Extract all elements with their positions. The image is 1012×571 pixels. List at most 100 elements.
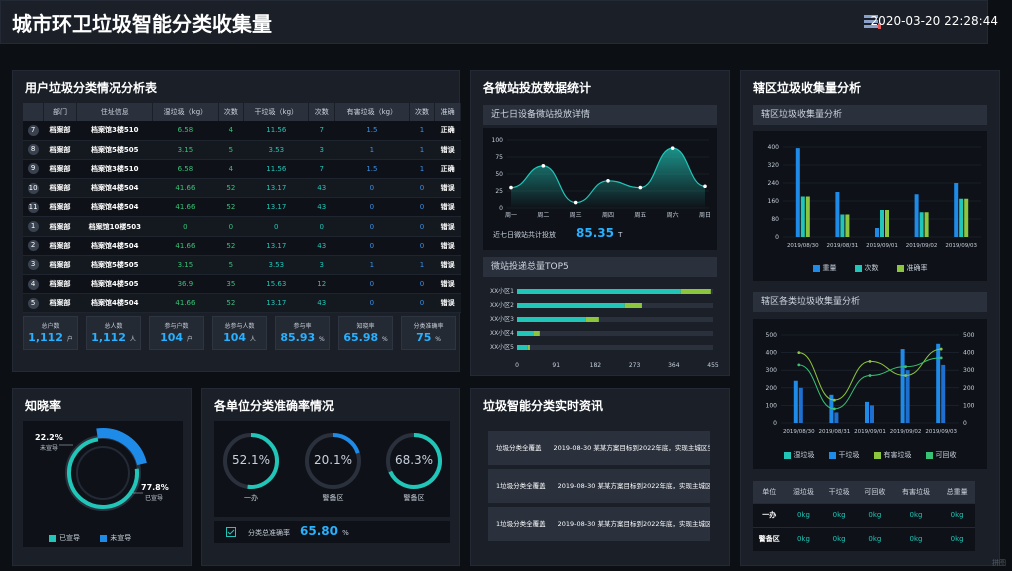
y-tick-label: 400	[768, 144, 780, 151]
table-row[interactable]: 3 档案部 档案馆5楼505 3.15 5 3.53 3 1 1 错误	[23, 255, 461, 276]
table-cell: 错误	[434, 197, 461, 218]
table-cell: 11.56	[243, 159, 309, 180]
bar	[880, 210, 884, 237]
data-point	[904, 374, 907, 377]
table-cell: 0	[334, 293, 410, 314]
accuracy-rings-area: 52.1% 一办 20.1% 警备区 68.3% 警备区	[214, 421, 450, 517]
legend-item[interactable]: 有害垃圾	[873, 451, 912, 459]
stat-unit: 人	[249, 336, 256, 343]
table-cell: 1	[334, 140, 410, 160]
table-row[interactable]: 一办 0kg 0kg 0kg 0kg 0kg	[753, 502, 975, 527]
x-tick-label: 91	[552, 362, 560, 369]
stat-label: 总参与人数	[224, 323, 255, 330]
table-row[interactable]: 7 档案部 档案馆3楼510 6.58 4 11.56 7 1.5 1 正确	[23, 121, 461, 141]
x-tick-label: 2019/09/02	[890, 429, 922, 435]
legend-item[interactable]: 可回收	[925, 451, 957, 459]
column-header: 有害垃圾	[892, 481, 940, 503]
table-cell: 0	[334, 197, 410, 218]
donut-inner	[76, 446, 130, 500]
column-header: 准确	[434, 103, 461, 121]
table-cell: 4	[23, 274, 44, 295]
table-cell: 0kg	[821, 526, 857, 551]
table-cell: 52	[218, 197, 244, 218]
y2-tick-label: 300	[963, 367, 975, 374]
x-tick-label: 周二	[537, 212, 549, 219]
table-cell: 5	[218, 140, 244, 160]
y-tick-label: 200	[766, 385, 778, 392]
y-tick-label: 0	[775, 234, 779, 241]
legend-item[interactable]: 准确率	[896, 264, 928, 272]
y-tick-label: 400	[766, 350, 778, 357]
stat-value: 104 户	[150, 331, 203, 344]
stat-unit: %	[381, 336, 388, 343]
legend-item[interactable]: 重量	[812, 264, 837, 272]
x-tick-label: 2019/08/31	[827, 243, 859, 249]
data-point	[541, 164, 546, 168]
legend-item[interactable]: 干垃圾	[828, 451, 860, 459]
table-cell: 错误	[434, 255, 461, 276]
table-row[interactable]: 2 档案部 档案馆4楼504 41.66 52 13.17 43 0 0 错误	[23, 236, 461, 256]
news-item[interactable]: 1垃圾分类全覆盖 2019-08-30 某某方案目标到2022年底，实现主城区	[488, 507, 710, 541]
table-row[interactable]: 9 档案部 档案馆3楼510 6.58 4 11.56 7 1.5 1 正确	[23, 159, 461, 180]
news-text: 2019-08-30 某某方案目标到2022年底，实现主城区	[557, 520, 710, 528]
awareness-chart-area: 22.2% 未宣导 77.8% 已宣导 已宣导 未宣导	[23, 421, 183, 547]
table-cell: 43	[308, 236, 335, 256]
table-row[interactable]: 4 档案部 档案馆4楼505 36.9 35 15.63 12 0 0 错误	[23, 274, 461, 295]
table-cell: 10	[23, 178, 44, 199]
row-index: 11	[27, 201, 39, 213]
stat-card: 参与户数 104 户	[149, 316, 204, 350]
bar	[840, 214, 845, 237]
district-panel: 辖区垃圾收集量分析 辖区垃圾收集量分析 0 80 160 240 320 400 2019/…	[740, 70, 1000, 566]
table-row[interactable]: 8 档案部 档案馆5楼505 3.15 5 3.53 3 1 1 错误	[23, 140, 461, 160]
table-row[interactable]: 警备区 0kg 0kg 0kg 0kg 0kg	[753, 526, 975, 551]
data-point	[573, 200, 578, 205]
news-text: 2019-08-30 某某方案目标到2022年底，实现主城区生	[553, 444, 711, 452]
table-cell: 3.53	[243, 255, 309, 276]
x-tick-label: 2019/09/02	[906, 243, 938, 249]
bar	[533, 331, 540, 336]
stat-card: 总户数 1,112 户	[23, 316, 78, 350]
top5-bar-chart: XX小区1 XX小区2 XX小区3 XX小区4 XX小区5 0 91 182 273 364 455	[490, 287, 719, 369]
district-mixed-chart: 0 0 100 100 200 200 300 300 400 400 500 500 2019/08/…	[766, 332, 975, 435]
table-cell: 15.63	[243, 274, 309, 295]
y-tick-label: 50	[495, 171, 503, 178]
bar	[517, 345, 528, 350]
bar	[905, 370, 910, 423]
legend-item[interactable]: 湿垃圾	[783, 451, 815, 459]
stat-card: 总参与人数 104 人	[212, 316, 267, 350]
table-row[interactable]: 1 档案部 档案馆10楼503 0 0 0 0 0 0 错误	[23, 216, 461, 237]
week-chart-area: 0 25 50 75 100 周一 周二 周三 周四 周五 周六 周日 近七日微站共计投放 85.35…	[483, 128, 717, 250]
stat-value: 85.93 %	[276, 331, 329, 344]
table-cell: 41.66	[152, 293, 219, 314]
bar	[624, 303, 642, 308]
district-sub2: 辖区各类垃圾收集量分析	[753, 292, 987, 312]
news-title: 垃圾智能分类实时资讯	[483, 399, 604, 413]
table-row[interactable]: 11 档案部 档案馆4楼504 41.66 52 13.17 43 0 0 错误	[23, 197, 461, 218]
x-tick-label: 周五	[634, 212, 646, 219]
week-subtitle: 近七日设备微站投放详情	[483, 105, 717, 125]
table-cell: 档案馆4楼505	[76, 274, 153, 295]
table-cell: 正确	[434, 121, 461, 141]
data-point	[509, 185, 513, 190]
y-category-label: XX小区3	[490, 315, 514, 323]
stat-label: 参与户数	[164, 323, 189, 330]
week-total-value: 85.35 T	[576, 226, 623, 240]
table-row[interactable]: 5 档案部 档案馆4楼504 41.66 52 13.17 43 0 0 错误	[23, 293, 461, 314]
table-cell: 0	[152, 216, 219, 237]
stat-unit: 人	[129, 336, 136, 343]
news-item[interactable]: 1垃圾分类全覆盖 2019-08-30 某某方案目标到2022年底，实现主城区	[488, 469, 710, 503]
x-tick-label: 2019/08/30	[787, 243, 819, 249]
row-index: 10	[27, 182, 39, 194]
data-point	[833, 398, 836, 402]
table-cell: 43	[308, 178, 335, 199]
table-cell: 档案馆4楼504	[76, 293, 153, 314]
accuracy-panel: 各单位分类准确率情况 52.1% 一办 20.1% 警备区 68.3% 警备区 分类总准确…	[201, 388, 460, 566]
ring-name: 警备区	[403, 494, 425, 502]
data-point	[868, 374, 872, 377]
stat-number: 75	[416, 331, 432, 344]
x-tick-label: 2019/09/01	[866, 243, 898, 249]
table-cell: 0kg	[821, 502, 857, 527]
news-item[interactable]: 垃圾分类全覆盖 2019-08-30 某某方案目标到2022年底，实现主城区生	[488, 431, 710, 465]
legend-item[interactable]: 次数	[854, 264, 879, 272]
table-row[interactable]: 10 档案部 档案馆4楼504 41.66 52 13.17 43 0 0 错误	[23, 178, 461, 199]
